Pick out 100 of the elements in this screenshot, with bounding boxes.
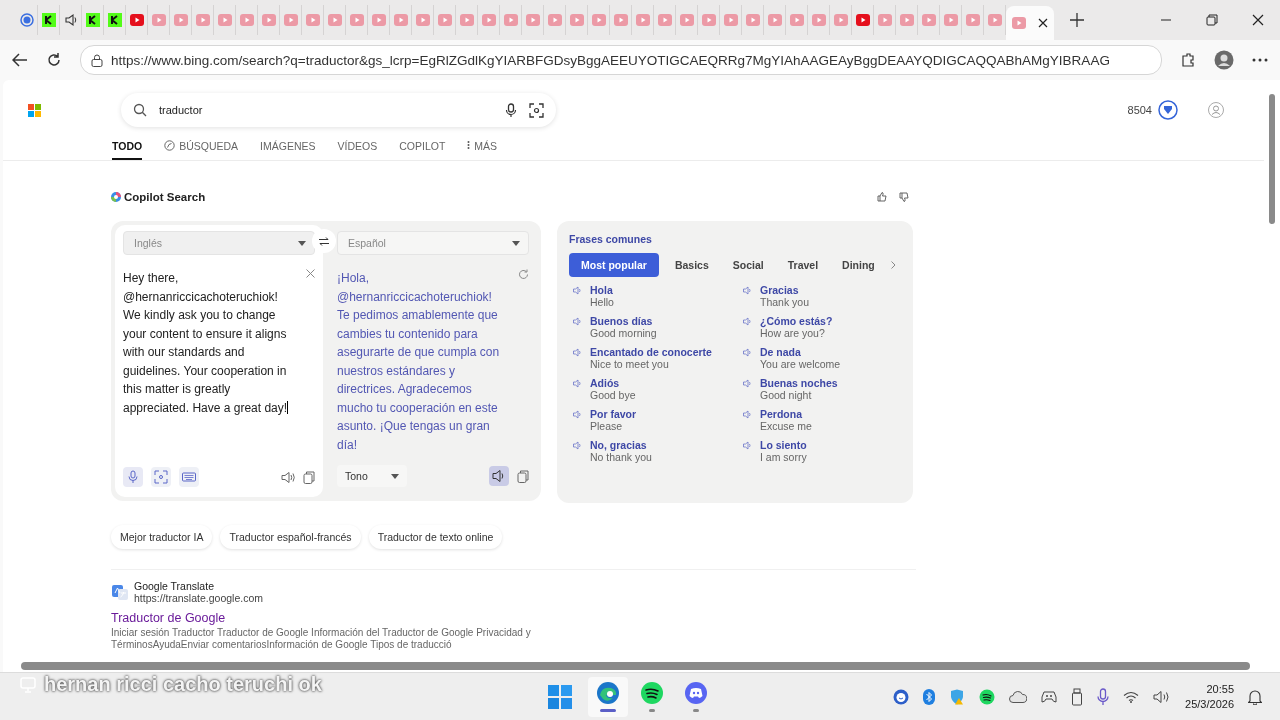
video-icon [151, 14, 166, 26]
microphone-icon[interactable] [505, 102, 517, 118]
translate-icon [111, 583, 129, 601]
user-icon[interactable] [1208, 102, 1224, 118]
search-tab[interactable]: VÍDEOS [337, 140, 378, 158]
source-text-field[interactable]: Hey there, @hernanriccicachoteruchiok! We kindly ask you to change your content to ensure it aligns with our standards and guidelines. Your cooperation in this matter is greatly appreciated. Have a great day! [123, 269, 295, 417]
phrase-link[interactable]: ¿Cómo estás? [760, 315, 833, 327]
chat-app-icon [684, 681, 708, 705]
chevron-right-icon[interactable] [890, 261, 896, 269]
rewards-points[interactable]: 8504 [1127, 104, 1152, 116]
speaker-icon[interactable] [281, 470, 295, 484]
bell-icon[interactable] [1248, 688, 1262, 705]
swap-button[interactable] [312, 229, 336, 253]
phrase-meaning: No thank you [590, 451, 652, 463]
category-tab[interactable]: Most popular [569, 253, 659, 277]
bluetooth-icon[interactable] [923, 688, 936, 705]
result-snippet: Iniciar sesión Traductor Traductor de Google Información del Traductor de Google Privacidad y TérminosAyudaEnviar comentariosInformación de Google Tipos de traducció [111, 627, 532, 651]
horizontal-scrollbar[interactable] [3, 660, 1280, 672]
category-tab[interactable]: Travel [779, 253, 827, 277]
close-icon[interactable] [1038, 18, 1048, 28]
phrase-meaning: Thank you [760, 296, 810, 308]
thumbs-down-icon[interactable] [899, 192, 909, 202]
category-tab[interactable]: Dining [834, 253, 883, 277]
phrase-link[interactable]: Adiós [590, 377, 636, 389]
phrase-link[interactable]: Gracias [760, 284, 810, 296]
thumbs-up-icon[interactable] [877, 192, 887, 202]
search-field[interactable]: traductor [121, 93, 556, 127]
cloud-icon[interactable] [1009, 690, 1028, 703]
keyboard-icon[interactable] [179, 467, 199, 487]
camera-icon[interactable] [151, 467, 171, 487]
phrase-link[interactable]: Buenas noches [760, 377, 838, 389]
logo-icon[interactable] [28, 103, 41, 117]
phrase-link[interactable]: Perdona [760, 408, 812, 420]
related-search-chip[interactable]: Traductor de texto online [368, 525, 503, 549]
video-icon [1012, 17, 1026, 29]
search-tab[interactable]: COPILOT [399, 140, 446, 158]
category-tab[interactable]: Basics [666, 253, 717, 277]
new-tab-icon[interactable] [1070, 13, 1084, 27]
refresh-icon[interactable] [518, 269, 529, 280]
search-tab[interactable]: TODO [112, 140, 143, 160]
windows-icon[interactable] [548, 684, 572, 709]
shield-warning-icon[interactable] [949, 688, 966, 705]
profile-icon[interactable] [1214, 50, 1234, 70]
phrase-link[interactable]: De nada [760, 346, 841, 358]
video-icon [459, 14, 474, 26]
close-icon[interactable] [1252, 14, 1264, 26]
camera-search-icon[interactable] [529, 102, 544, 118]
taskbar-app[interactable] [588, 676, 628, 717]
clock[interactable]: 20:55 25/3/2026 [1185, 681, 1234, 712]
menu-icon[interactable] [1252, 58, 1268, 62]
card-title: Frases comunes [569, 233, 653, 245]
wifi-icon[interactable] [1123, 690, 1140, 703]
related-search-chip[interactable]: Traductor español-francés [220, 525, 361, 549]
video-icon [283, 14, 298, 26]
usb-drive-icon[interactable] [1071, 687, 1084, 706]
date: 25/3/2026 [1185, 696, 1234, 712]
category-tab[interactable]: Social [724, 253, 772, 277]
caret-icon [512, 240, 520, 246]
phrase-link[interactable]: No, gracias [590, 439, 652, 451]
music-app-icon[interactable] [979, 688, 996, 705]
video-icon [877, 14, 892, 26]
address-bar[interactable]: https://www.bing.com/search?q=traductor&gs_lcrp=EgRlZGdlKgYIARBFGDsyBggAEEUYOTIGCAEQRRg7MgYIAhAAGEAyBggDEAAYQDIGCAQQABhAMgYIBRAAG [80, 45, 1162, 75]
phrase-meaning: Good bye [590, 389, 636, 401]
video-icon [261, 14, 276, 26]
search-tab[interactable]: MÁS [467, 140, 498, 158]
volume-icon[interactable] [1153, 689, 1172, 704]
phrase-link[interactable]: Por favor [590, 408, 637, 420]
video-icon [195, 14, 210, 26]
phrase-link[interactable]: Lo siento [760, 439, 807, 451]
extensions-icon[interactable] [1180, 52, 1196, 68]
reload-icon[interactable] [46, 52, 62, 68]
site-name: Google Translate [134, 580, 215, 592]
phrase-link[interactable]: Buenos días [590, 315, 657, 327]
stream-caption: hernan ricci cacho teruchi ok [44, 673, 322, 696]
video-icon [173, 14, 188, 26]
phrase-link[interactable]: Encantado de conocerte [590, 346, 712, 358]
smiley-icon[interactable] [893, 688, 910, 705]
rewards-icon[interactable] [1158, 100, 1178, 120]
search-tab[interactable]: IMÁGENES [260, 140, 316, 158]
gamepad-icon[interactable] [1041, 690, 1058, 703]
tone-dropdown[interactable]: Tono [337, 465, 407, 487]
app-logo-icon [85, 13, 100, 27]
search-tab[interactable]: BÚSQUEDA [164, 140, 239, 158]
copy-icon[interactable] [517, 469, 529, 483]
copy-icon[interactable] [303, 470, 315, 484]
result-title-link[interactable]: Traductor de Google [111, 611, 226, 625]
related-search-chip[interactable]: Mejor traductor IA [111, 525, 213, 549]
restore-icon[interactable] [1206, 14, 1218, 26]
section-title: Copilot Search [124, 191, 206, 203]
clear-icon[interactable] [306, 269, 315, 278]
phrase-link[interactable]: Hola [590, 284, 614, 296]
video-icon [569, 14, 584, 26]
more-icon [467, 140, 471, 150]
back-icon[interactable] [12, 53, 28, 67]
music-app-icon [640, 681, 664, 705]
video-icon [657, 14, 672, 26]
speaker-icon[interactable] [489, 466, 509, 486]
phrase-meaning: You are welcome [760, 358, 841, 370]
phrase-meaning: Please [590, 420, 624, 432]
copilot-logo-icon [111, 192, 121, 202]
